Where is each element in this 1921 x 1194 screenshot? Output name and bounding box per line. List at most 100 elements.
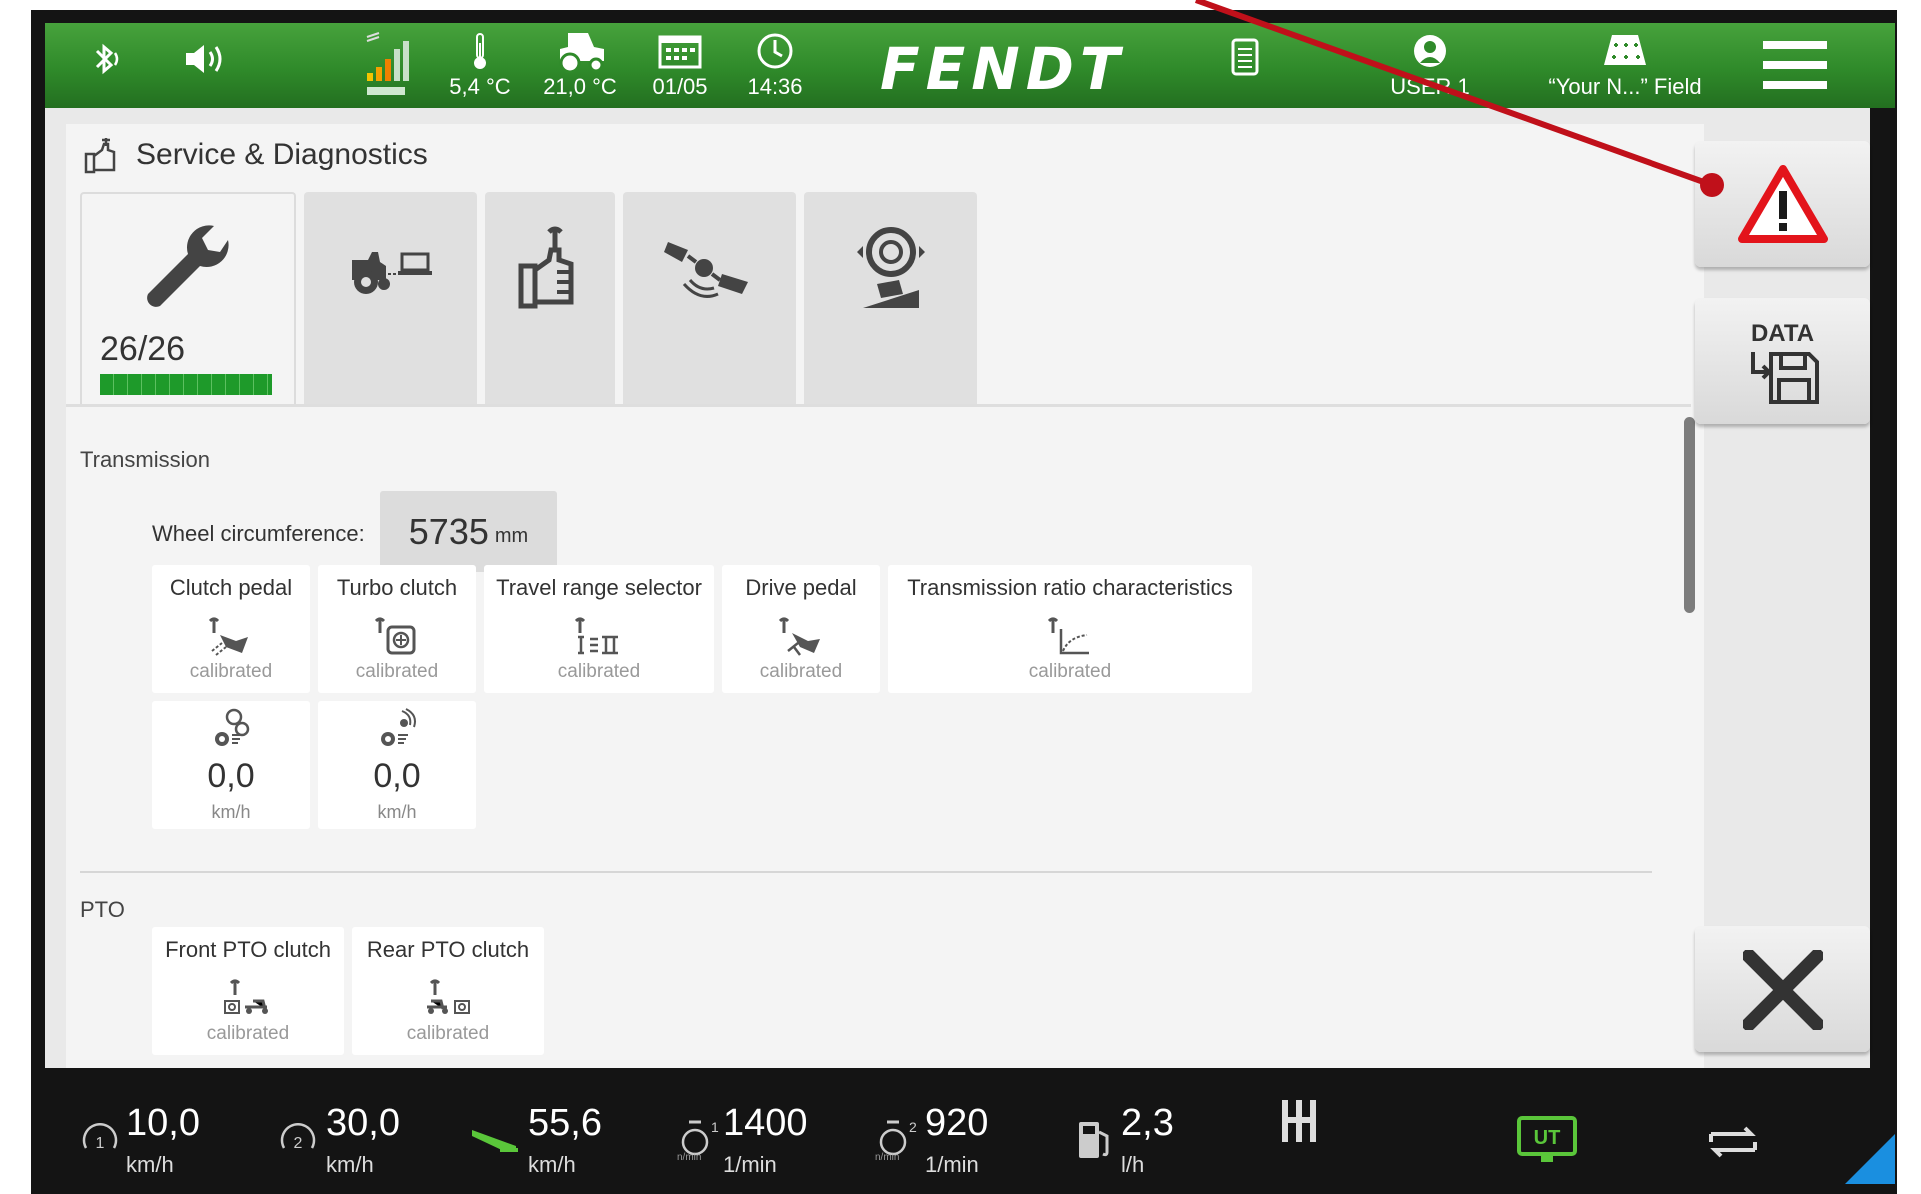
pto-1-value: 1400 [723,1102,808,1144]
pto-1-icon: 1 n/min [677,1119,719,1162]
ground-speed-value: 55,6 [528,1102,602,1144]
drive-pedal-icon [778,617,820,656]
scrollbar[interactable] [1684,417,1695,613]
user-profile[interactable]: USER 1 [1375,23,1485,108]
bottom-status-bar: 1 10,0 km/h 2 30,0 km/h 55,6 km/h 1 n/mi… [45,1090,1895,1194]
swap-view-button[interactable] [1705,1090,1765,1194]
ut-label: UT [1534,1127,1561,1149]
fuel-value: 2,3 [1121,1102,1174,1144]
warning-triangle-icon [1737,165,1828,243]
pto-2-unit: 1/min [925,1152,979,1177]
calibration-count: 26/26 [100,330,186,368]
turbo-clutch-icon [374,617,416,655]
date-label: 01/05 [652,74,708,99]
tab-calibration[interactable]: 26/26 [80,192,296,404]
user-icon [1414,35,1446,67]
ut-terminal-button[interactable]: UT [1515,1090,1585,1194]
card-clutch-pedal[interactable]: Clutch pedal calibrated [152,565,310,693]
speed-1-value: 10,0 [126,1102,200,1144]
calibration-list[interactable]: Transmission Wheel circumference: 5735 m… [66,407,1691,1068]
signal-status[interactable] [355,23,415,108]
card-transmission-ratio[interactable]: Transmission ratio characteristics calib… [888,565,1252,693]
field-icon [1604,35,1646,65]
card-drive-pedal[interactable]: Drive pedal calibrated [722,565,880,693]
hamburger-menu-icon [1763,41,1827,89]
calibration-status: calibrated [189,661,273,682]
oil-temp-label: 21,0 °C [543,74,617,99]
service-hand-icon [84,138,116,174]
data-label: DATA [1750,320,1815,347]
speedometer-2-icon: 2 [280,1123,316,1152]
hand-wrench-icon [518,226,574,309]
tab-satellite[interactable] [623,192,796,404]
fuel-pump-icon [1079,1122,1109,1158]
warning-button[interactable] [1695,141,1870,267]
fuel-consumption[interactable]: 2,3 l/h [1075,1090,1195,1194]
pto-2-value: 920 [925,1102,989,1144]
card-rear-pto-clutch[interactable]: Rear PTO clutch calibrated [352,927,544,1055]
page-title: Service & Diagnostics [136,138,428,171]
radar-speed-value: 0,0 [373,757,421,795]
corner-indicator[interactable] [1845,1090,1895,1194]
swap-arrows-icon [1709,1126,1757,1158]
close-icon [1742,950,1823,1030]
card-title: Clutch pedal [169,575,293,600]
service-diagnostics-panel: Service & Diagnostics 26/26 Transmission… [66,124,1704,1068]
main-menu-button[interactable] [1760,23,1830,108]
calibration-status: calibrated [355,661,439,682]
card-title: Front PTO clutch [165,937,331,962]
calibration-status: calibrated [406,1023,490,1044]
tab-tire-pressure[interactable] [804,192,977,404]
speed-preset-2[interactable]: 2 30,0 km/h [278,1090,418,1194]
oil-temperature: 21,0 °C [535,23,625,108]
time-display[interactable]: 14:36 [735,23,815,108]
card-title: Travel range selector [496,575,702,600]
tire-pressure-icon [856,227,925,308]
wheel-circumference-field[interactable]: 5735 mm [380,491,557,572]
card-front-pto-clutch[interactable]: Front PTO clutch calibrated [152,927,344,1055]
wheel-circumference-label: Wheel circumference: [152,521,365,546]
tab-service[interactable] [485,192,615,404]
wrench-icon [147,225,229,307]
document-icon [1231,38,1259,76]
tab-remote-diagnostics[interactable] [304,192,477,404]
clock-icon [757,33,793,69]
calendar-icon [658,35,702,69]
work-area: Service & Diagnostics 26/26 Transmission… [45,108,1870,1068]
volume-control[interactable] [175,23,235,108]
fuel-unit: l/h [1121,1152,1145,1177]
speed-preset-1[interactable]: 1 10,0 km/h [80,1090,220,1194]
ground-speed: 55,6 km/h [470,1090,620,1194]
card-title: Drive pedal [745,575,857,600]
calibration-status: calibrated [759,661,843,682]
wheel-circumference-value: 5735 [408,510,489,552]
save-disk-icon [1750,352,1819,404]
pto-1-sub-label: n/min [677,1152,701,1162]
field-label: “Your N...” Field [1548,74,1702,99]
user-label: USER 1 [1390,74,1470,99]
bluetooth-status[interactable] [80,23,130,108]
speed-2-unit: km/h [326,1152,374,1177]
fendt-logo: FENDT [880,35,1126,103]
calibration-progress-fill [100,374,272,395]
card-travel-range-selector[interactable]: Travel range selector calibrated [484,565,714,693]
pto-speed-2[interactable]: 2 n/min 920 1/min [873,1090,1023,1194]
signal-icon [366,32,409,95]
satellite-icon [663,242,748,298]
pto-2-icon: 2 n/min [875,1119,917,1162]
svg-text:2: 2 [294,1135,303,1152]
calibration-progress-bar [100,374,272,395]
wheel-speed-value: 0,0 [207,757,255,795]
pto-speed-1[interactable]: 1 n/min 1400 1/min [675,1090,825,1194]
field-selector[interactable]: “Your N...” Field [1545,23,1705,108]
task-notes[interactable] [1220,23,1270,108]
close-button[interactable] [1695,926,1870,1052]
svg-text:1: 1 [96,1135,105,1152]
card-turbo-clutch[interactable]: Turbo clutch calibrated [318,565,476,693]
section-divider [80,871,1652,873]
data-export-button[interactable]: DATA [1695,298,1870,424]
gear-shift-display[interactable] [1275,1090,1335,1194]
ratio-curve-icon [1047,617,1089,655]
date-display[interactable]: 01/05 [640,23,720,108]
calibration-status: calibrated [557,661,641,682]
